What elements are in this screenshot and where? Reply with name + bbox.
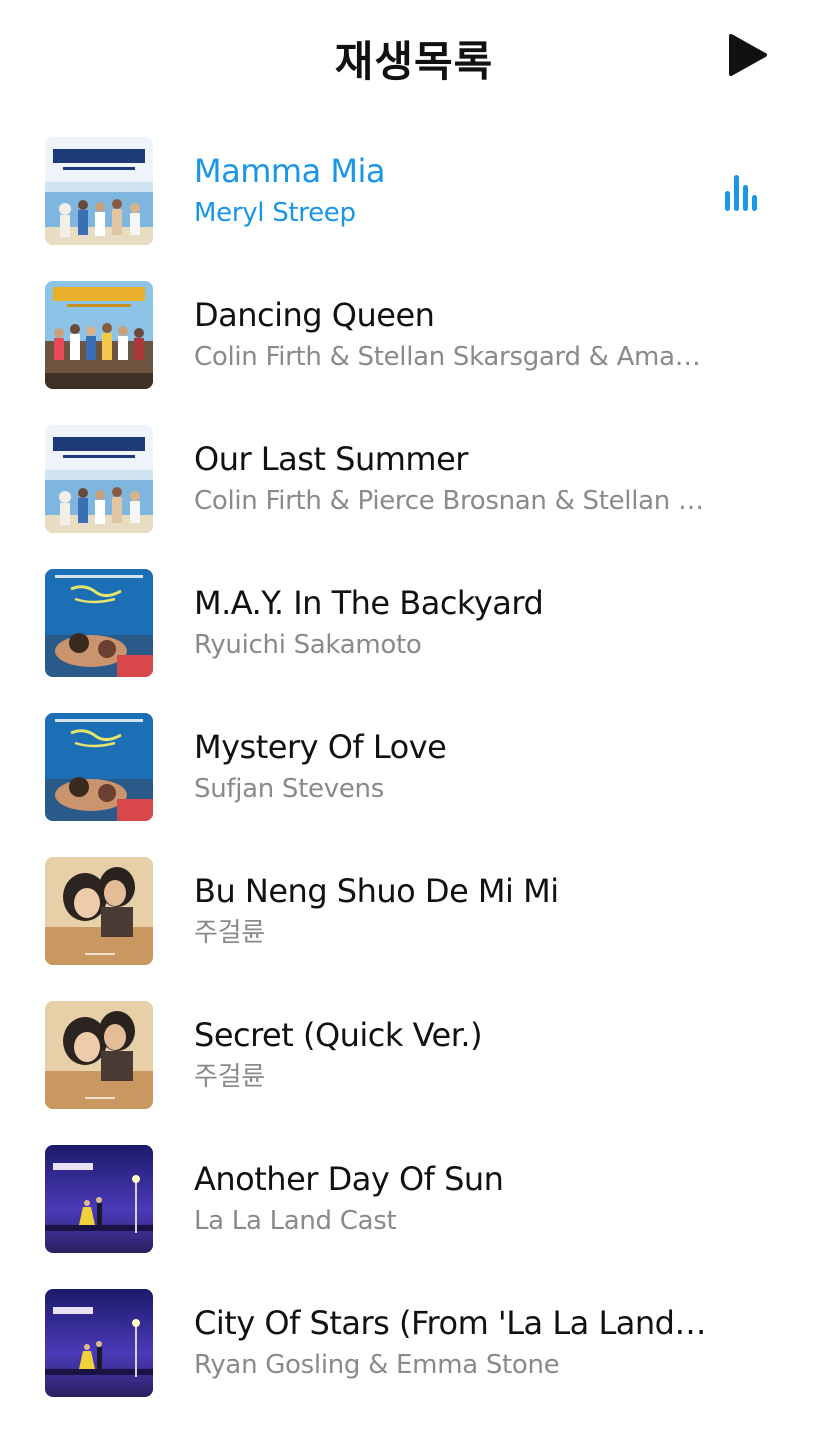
track-info: Our Last Summer Colin Firth & Pierce Bro… <box>194 439 714 519</box>
play-all-button[interactable] <box>722 30 772 80</box>
album-art-our-last-summer <box>45 425 153 533</box>
track-artist: Meryl Streep <box>194 198 356 228</box>
track-info: City Of Stars (From 'La La Land' S… Ryan… <box>194 1303 714 1383</box>
track-info: Secret (Quick Ver.) 주걸륜 <box>194 1015 714 1095</box>
playlist-row-secret-quick-ver[interactable]: Secret (Quick Ver.) 주걸륜 <box>0 1001 828 1145</box>
playlist-row-another-day-of-sun[interactable]: Another Day Of Sun La La Land Cast <box>0 1145 828 1289</box>
track-title: Secret (Quick Ver.) <box>194 1016 483 1054</box>
track-artist: 주걸륜 <box>194 918 265 948</box>
album-art-secret-quick-ver <box>45 1001 153 1109</box>
album-art-mystery-of-love <box>45 713 153 821</box>
track-info: M.A.Y. In The Backyard Ryuichi Sakamoto <box>194 583 714 663</box>
album-art-mamma-mia <box>45 137 153 245</box>
playlist-row-mamma-mia[interactable]: Mamma Mia Meryl Streep <box>0 137 828 281</box>
play-icon <box>729 34 767 76</box>
track-artist: Sufjan Stevens <box>194 774 384 804</box>
track-title: Mamma Mia <box>194 152 385 190</box>
track-artist: 주걸륜 <box>194 1062 265 1092</box>
playlist-row-our-last-summer[interactable]: Our Last Summer Colin Firth & Pierce Bro… <box>0 425 828 569</box>
track-title: City Of Stars (From 'La La Land' S… <box>194 1304 714 1342</box>
page-title: 재생목록 <box>334 37 494 86</box>
track-title: Bu Neng Shuo De Mi Mi <box>194 872 559 910</box>
track-title: M.A.Y. In The Backyard <box>194 584 544 622</box>
track-info: Mamma Mia Meryl Streep <box>194 151 714 231</box>
equalizer-icon <box>725 175 757 211</box>
album-art-dancing-queen <box>45 281 153 389</box>
playlist-row-city-of-stars[interactable]: City Of Stars (From 'La La Land' S… Ryan… <box>0 1289 828 1433</box>
playlist: Mamma Mia Meryl Streep Dancing Queen Col… <box>0 137 828 1433</box>
track-info: Mystery Of Love Sufjan Stevens <box>194 727 714 807</box>
album-art-city-of-stars <box>45 1289 153 1397</box>
track-info: Dancing Queen Colin Firth & Stellan Skar… <box>194 295 714 375</box>
playlist-row-bu-neng-shuo-de-mi-mi[interactable]: Bu Neng Shuo De Mi Mi 주걸륜 <box>0 857 828 1001</box>
album-art-may-in-the-backyard <box>45 569 153 677</box>
playlist-row-mystery-of-love[interactable]: Mystery Of Love Sufjan Stevens <box>0 713 828 857</box>
track-title: Our Last Summer <box>194 440 468 478</box>
track-title: Another Day Of Sun <box>194 1160 504 1198</box>
track-artist: La La Land Cast <box>194 1206 397 1236</box>
album-art-another-day-of-sun <box>45 1145 153 1253</box>
playlist-row-dancing-queen[interactable]: Dancing Queen Colin Firth & Stellan Skar… <box>0 281 828 425</box>
album-art-bu-neng-shuo-de-mi-mi <box>45 857 153 965</box>
header: 재생목록 <box>0 0 828 110</box>
track-artist: Ryan Gosling & Emma Stone <box>194 1350 560 1380</box>
track-artist: Colin Firth & Stellan Skarsgard & Amanda… <box>194 342 714 372</box>
track-info: Bu Neng Shuo De Mi Mi 주걸륜 <box>194 871 714 951</box>
track-artist: Ryuichi Sakamoto <box>194 630 422 660</box>
track-artist: Colin Firth & Pierce Brosnan & Stellan S… <box>194 486 714 516</box>
track-title: Dancing Queen <box>194 296 435 334</box>
playlist-row-may-in-the-backyard[interactable]: M.A.Y. In The Backyard Ryuichi Sakamoto <box>0 569 828 713</box>
track-title: Mystery Of Love <box>194 728 447 766</box>
track-info: Another Day Of Sun La La Land Cast <box>194 1159 714 1239</box>
